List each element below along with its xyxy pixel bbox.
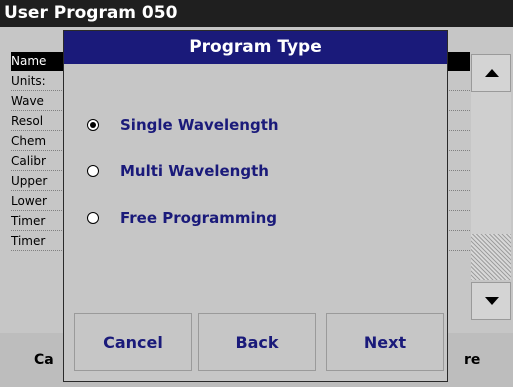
window-title: User Program 050 (4, 3, 178, 23)
window-title-bar: User Program 050 (0, 0, 513, 27)
scroll-down-button[interactable] (471, 282, 511, 320)
scroll-up-button[interactable] (471, 54, 511, 92)
option-multi-wavelength[interactable]: Multi Wavelength (64, 157, 444, 187)
option-label: Single Wavelength (120, 116, 279, 134)
option-single-wavelength[interactable]: Single Wavelength (64, 111, 444, 141)
radio-unselected-icon[interactable] (87, 165, 99, 177)
program-type-dialog: Program Type Single Wavelength Multi Wav… (63, 30, 448, 382)
softkey-more-partial[interactable]: re (464, 352, 480, 368)
cancel-button[interactable]: Cancel (74, 313, 192, 371)
softkey-cancel-partial[interactable]: Ca (34, 352, 54, 368)
radio-selected-icon[interactable] (87, 119, 99, 131)
scroll-thumb[interactable] (471, 234, 511, 280)
option-label: Multi Wavelength (120, 162, 269, 180)
arrow-down-icon (485, 297, 499, 305)
next-button[interactable]: Next (326, 313, 444, 371)
option-label: Free Programming (120, 209, 278, 227)
arrow-up-icon (485, 69, 499, 77)
list-scrollbar[interactable] (471, 52, 511, 322)
dialog-title: Program Type (64, 31, 447, 64)
radio-unselected-icon[interactable] (87, 212, 99, 224)
option-free-programming[interactable]: Free Programming (64, 204, 444, 234)
back-button[interactable]: Back (198, 313, 316, 371)
